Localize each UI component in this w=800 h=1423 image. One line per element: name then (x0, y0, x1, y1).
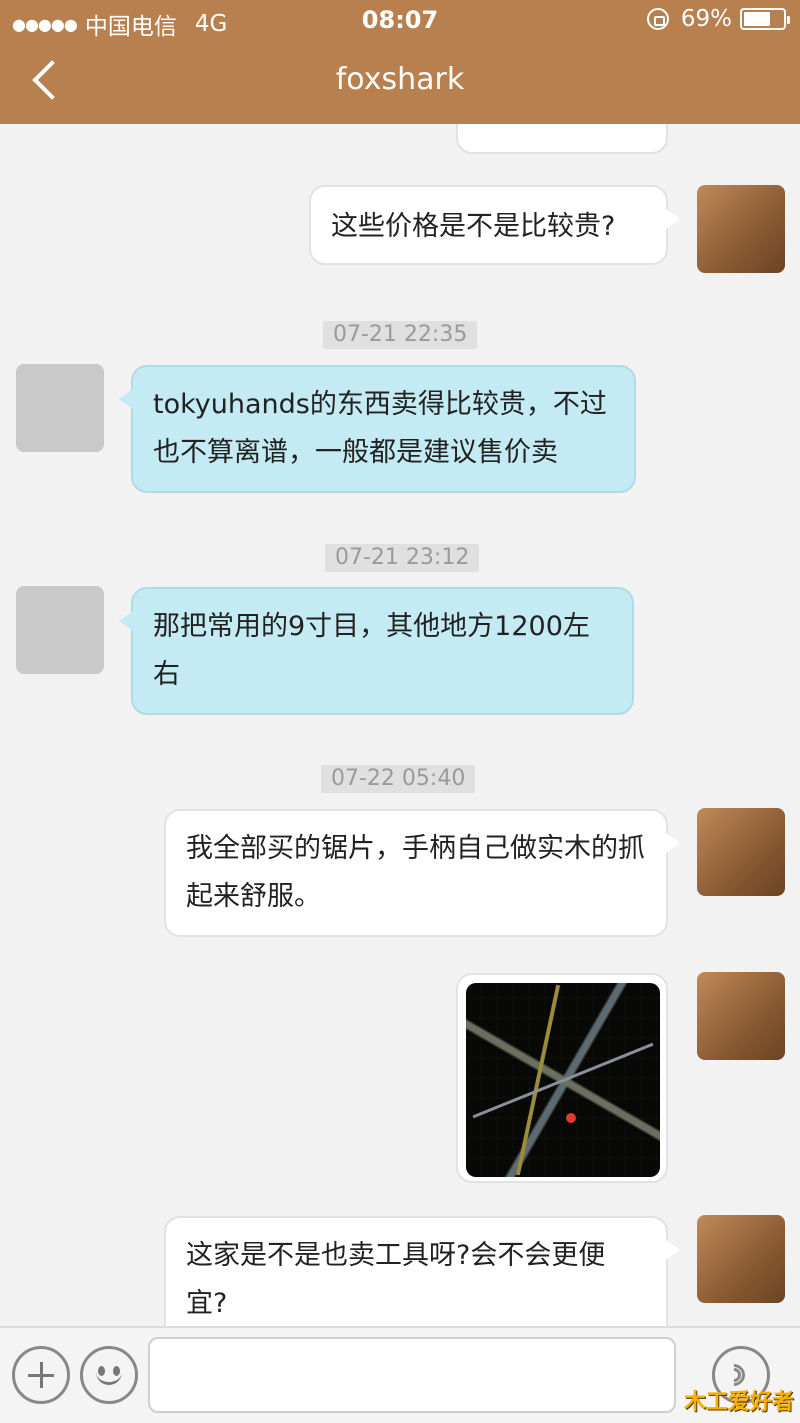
message-bubble-sent[interactable]: 这家是不是也卖工具呀?会不会更便宜? (164, 1216, 680, 1326)
message-bubble-sent[interactable]: 这些价格是不是比较贵? (309, 185, 680, 265)
map-pin-icon (566, 1113, 576, 1123)
chat-area[interactable]: 这些价格是不是比较贵? 07-21 22:35 tokyuhands的东西卖得比… (0, 124, 800, 1326)
map-screenshot[interactable] (466, 983, 660, 1177)
input-bar: 木工爱好者 (0, 1326, 800, 1423)
message-bubble-received[interactable]: 那把常用的9寸目，其他地方1200左右 (119, 587, 634, 715)
message-text: 这些价格是不是比较贵? (331, 211, 616, 242)
message-text: 那把常用的9寸目，其他地方1200左右 (153, 611, 590, 690)
message-input[interactable] (148, 1337, 676, 1413)
avatar-contact[interactable] (16, 364, 104, 452)
lock-icon (646, 8, 669, 30)
message-bubble-sent[interactable]: 我全部买的锯片，手柄自己做实木的抓起来舒服。 (164, 809, 680, 937)
battery-label: 69% (680, 6, 732, 32)
avatar-me[interactable] (697, 808, 785, 896)
avatar-me[interactable] (697, 185, 785, 273)
battery-fill (744, 12, 770, 26)
message-bubble-received[interactable]: tokyuhands的东西卖得比较贵，不过也不算离谱，一般都是建议售价卖 (119, 365, 636, 493)
watermark-logo: 木工爱好者 (683, 1390, 794, 1415)
header: ●●●●● 中国电信 4G 08:07 69% foxshark (0, 0, 800, 124)
timestamp: 07-22 05:40 (321, 765, 476, 793)
battery-icon (740, 8, 790, 30)
avatar-contact[interactable] (16, 586, 104, 674)
timestamp: 07-21 22:35 (323, 321, 478, 349)
timestamp: 07-21 23:12 (325, 544, 480, 572)
avatar-me[interactable] (697, 972, 785, 1060)
message-text: tokyuhands的东西卖得比较贵，不过也不算离谱，一般都是建议售价卖 (153, 389, 607, 468)
status-bar: ●●●●● 中国电信 4G 08:07 69% (0, 0, 800, 40)
message-text: 这家是不是也卖工具呀?会不会更便宜? (186, 1240, 606, 1319)
image-message[interactable] (456, 973, 668, 1183)
emoji-button[interactable] (80, 1346, 138, 1404)
add-button[interactable] (12, 1346, 70, 1404)
page-title: foxshark (335, 62, 465, 97)
avatar-me[interactable] (697, 1215, 785, 1303)
image-message[interactable] (456, 124, 668, 154)
message-text: 我全部买的锯片，手柄自己做实木的抓起来舒服。 (186, 833, 645, 912)
